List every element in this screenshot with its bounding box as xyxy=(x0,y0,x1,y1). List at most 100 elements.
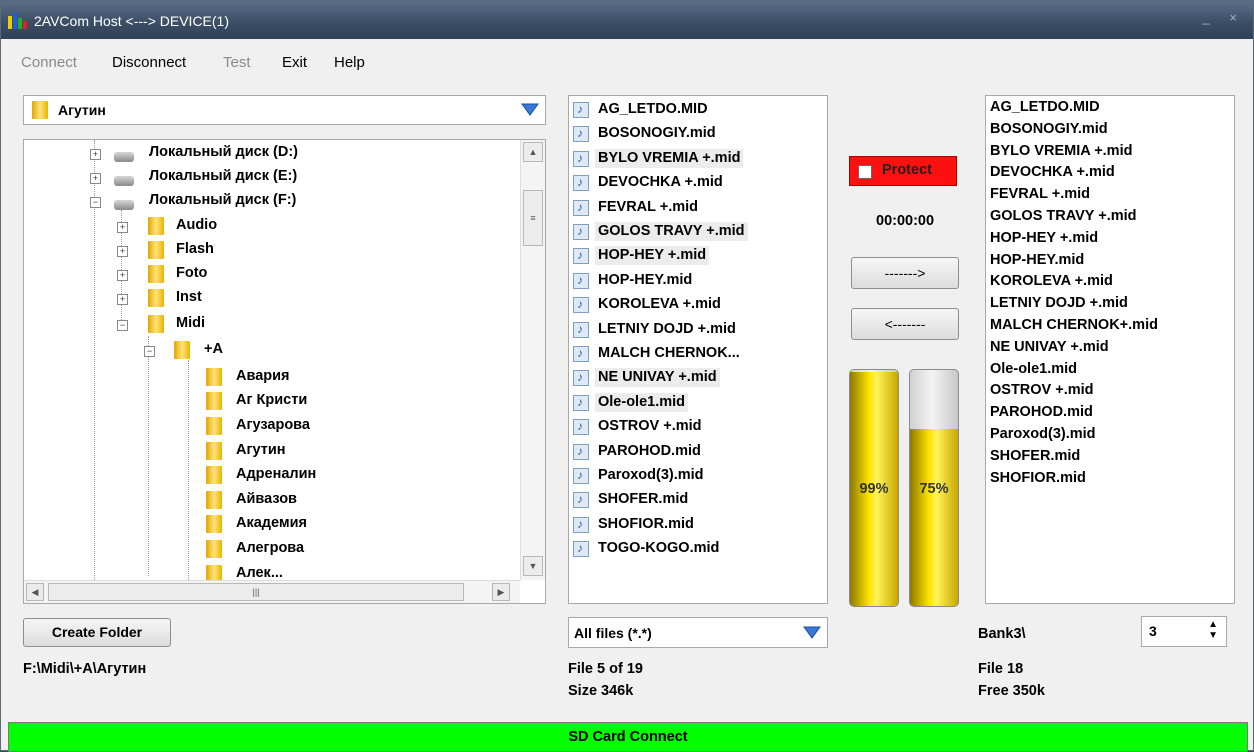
scroll-down-arrow-icon[interactable]: ▼ xyxy=(523,556,543,576)
tree-item-audio[interactable]: Audio xyxy=(176,217,217,233)
expand-toggle[interactable]: + xyxy=(117,294,128,305)
gauge-fill xyxy=(910,429,958,606)
tree-item-folder[interactable]: Агузарова xyxy=(236,417,310,433)
bank-list-item[interactable]: KOROLEVA +.mid xyxy=(990,273,1113,289)
menu-connect[interactable]: Connect xyxy=(21,54,77,71)
bank-list-item[interactable]: Paroxod(3).mid xyxy=(990,426,1096,442)
scroll-thumb[interactable]: ||| xyxy=(48,583,464,601)
menu-disconnect[interactable]: Disconnect xyxy=(112,54,186,71)
folder-tree[interactable]: + Локальный диск (D:) + Локальный диск (… xyxy=(23,139,546,604)
midi-file-icon xyxy=(573,321,589,338)
bank-list-item[interactable]: Ole-ole1.mid xyxy=(990,361,1077,377)
expand-toggle[interactable]: + xyxy=(117,222,128,233)
scroll-thumb[interactable]: ≡ xyxy=(523,190,543,246)
file-name: SHOFER.mid xyxy=(598,491,689,508)
spinner-arrows-icon[interactable]: ▲ ▼ xyxy=(1208,619,1218,641)
expand-toggle[interactable]: + xyxy=(90,149,101,160)
tree-item-folder[interactable]: Агутин xyxy=(236,442,286,458)
midi-file-icon xyxy=(573,394,589,411)
expand-toggle[interactable]: + xyxy=(117,270,128,281)
expand-toggle[interactable]: + xyxy=(117,246,128,257)
tree-item-folder[interactable]: Авария xyxy=(236,368,290,384)
bank-list-item[interactable]: AG_LETDO.MID xyxy=(990,99,1100,115)
tree-item-plus-a[interactable]: +A xyxy=(204,341,223,357)
bank-list-item[interactable]: FEVRAL +.mid xyxy=(990,186,1090,202)
folder-icon xyxy=(206,392,222,410)
tree-item-drive-d[interactable]: Локальный диск (D:) xyxy=(149,144,298,160)
bank-list-item[interactable]: PAROHOD.mid xyxy=(990,404,1093,420)
create-folder-button[interactable]: Create Folder xyxy=(23,618,171,647)
drive-icon xyxy=(114,200,134,210)
bank-list-item[interactable]: HOP-HEY +.mid xyxy=(990,230,1098,246)
midi-file-icon xyxy=(573,419,589,436)
file-name: OSTROV +.mid xyxy=(598,418,702,435)
tree-item-folder[interactable]: Аг Кристи xyxy=(236,392,307,408)
title-bar[interactable]: 2AVCom Host <---> DEVICE(1) _ × xyxy=(1,1,1253,39)
bank-list-item[interactable]: BOSONOGIY.mid xyxy=(990,121,1108,137)
memory-gauge-left: 99% xyxy=(849,369,899,607)
menu-exit[interactable]: Exit xyxy=(282,54,307,71)
collapse-toggle[interactable]: − xyxy=(117,320,128,331)
bank-list-item[interactable]: SHOFER.mid xyxy=(990,448,1080,464)
file-name: PAROHOD.mid xyxy=(598,442,701,459)
folder-combo-value: Агутин xyxy=(58,102,106,118)
tree-item-inst[interactable]: Inst xyxy=(176,289,202,305)
tree-item-drive-f[interactable]: Локальный диск (F:) xyxy=(149,192,296,208)
tree-item-folder[interactable]: Адреналин xyxy=(236,466,316,482)
file-name: MALCH CHERNOK... xyxy=(598,345,740,361)
receive-from-device-button[interactable]: <------- xyxy=(851,308,959,340)
menu-help[interactable]: Help xyxy=(334,54,365,71)
app-icon xyxy=(8,13,27,29)
tree-item-folder[interactable]: Алегрова xyxy=(236,540,304,556)
tree-vertical-scrollbar[interactable]: ▲ ≡ ▼ xyxy=(520,140,545,580)
tree-horizontal-scrollbar[interactable]: ◀ ||| ▶ xyxy=(24,580,520,603)
folder-icon xyxy=(206,540,222,558)
bank-list-item[interactable]: HOP-HEY.mid xyxy=(990,252,1084,268)
scroll-left-arrow-icon[interactable]: ◀ xyxy=(26,583,44,601)
collapse-toggle[interactable]: − xyxy=(90,197,101,208)
midi-file-icon xyxy=(573,297,589,314)
tree-item-folder[interactable]: Айвазов xyxy=(236,491,297,507)
midi-file-icon xyxy=(573,150,589,167)
bank-list-item[interactable]: DEVOCHKA +.mid xyxy=(990,164,1115,180)
folder-icon xyxy=(206,515,222,533)
expand-toggle[interactable]: + xyxy=(90,173,101,184)
tree-item-foto[interactable]: Foto xyxy=(176,265,207,281)
bank-list-item[interactable]: NE UNIVAY +.mid xyxy=(990,339,1109,355)
tree-item-folder[interactable]: Алек... xyxy=(236,565,283,577)
file-name: GOLOS TRAVY +.mid xyxy=(595,222,748,241)
bank-list-item[interactable]: SHOFIOR.mid xyxy=(990,470,1086,486)
menu-test[interactable]: Test xyxy=(223,54,251,71)
file-name: AG_LETDO.MID xyxy=(598,101,708,117)
folder-combo[interactable]: Агутин xyxy=(23,95,546,125)
gauge-left-value: 99% xyxy=(859,481,889,497)
folder-icon xyxy=(148,265,164,283)
bank-list-item[interactable]: BYLO VREMIA +.mid xyxy=(990,143,1132,159)
tree-item-flash[interactable]: Flash xyxy=(176,241,214,257)
window-title: 2AVCom Host <---> DEVICE(1) xyxy=(34,13,230,29)
send-to-device-button[interactable]: -------> xyxy=(851,257,959,289)
scroll-right-arrow-icon[interactable]: ▶ xyxy=(492,583,510,601)
time-display: 00:00:00 xyxy=(876,213,935,229)
file-filter-combo[interactable]: All files (*.*) xyxy=(568,617,828,648)
tree-item-drive-e[interactable]: Локальный диск (E:) xyxy=(149,168,297,184)
file-name: TOGO-KOGO.mid xyxy=(598,540,720,557)
window-controls[interactable]: _ × xyxy=(1203,10,1245,25)
bank-list-item[interactable]: MALCH CHERNOK+.mid xyxy=(990,317,1158,333)
tree-item-midi[interactable]: Midi xyxy=(176,315,205,331)
protect-checkbox[interactable]: Protect xyxy=(849,156,957,186)
tree-item-folder[interactable]: Академия xyxy=(236,515,307,531)
file-filter-value: All files (*.*) xyxy=(574,625,652,641)
file-name: BOSONOGIY.mid xyxy=(598,125,716,142)
file-list[interactable]: AG_LETDO.MID BOSONOGIY.mid BYLO VREMIA +.m… xyxy=(568,95,828,604)
bank-number-spinner[interactable]: 3 ▲ ▼ xyxy=(1141,616,1227,647)
scroll-up-arrow-icon[interactable]: ▲ xyxy=(523,142,543,162)
collapse-toggle[interactable]: − xyxy=(144,346,155,357)
file-name: Ole-ole1.mid xyxy=(595,392,689,412)
bank-list-item[interactable]: OSTROV +.mid xyxy=(990,382,1094,398)
checkbox-icon xyxy=(858,165,872,179)
bank-list-item[interactable]: LETNIY DOJD +.mid xyxy=(990,295,1128,311)
bank-list-item[interactable]: GOLOS TRAVY +.mid xyxy=(990,208,1137,224)
device-bank-list[interactable]: AG_LETDO.MID BOSONOGIY.mid BYLO VREMIA +.m… xyxy=(985,95,1235,604)
current-path: F:\Midi\+A\Агутин xyxy=(23,661,147,677)
